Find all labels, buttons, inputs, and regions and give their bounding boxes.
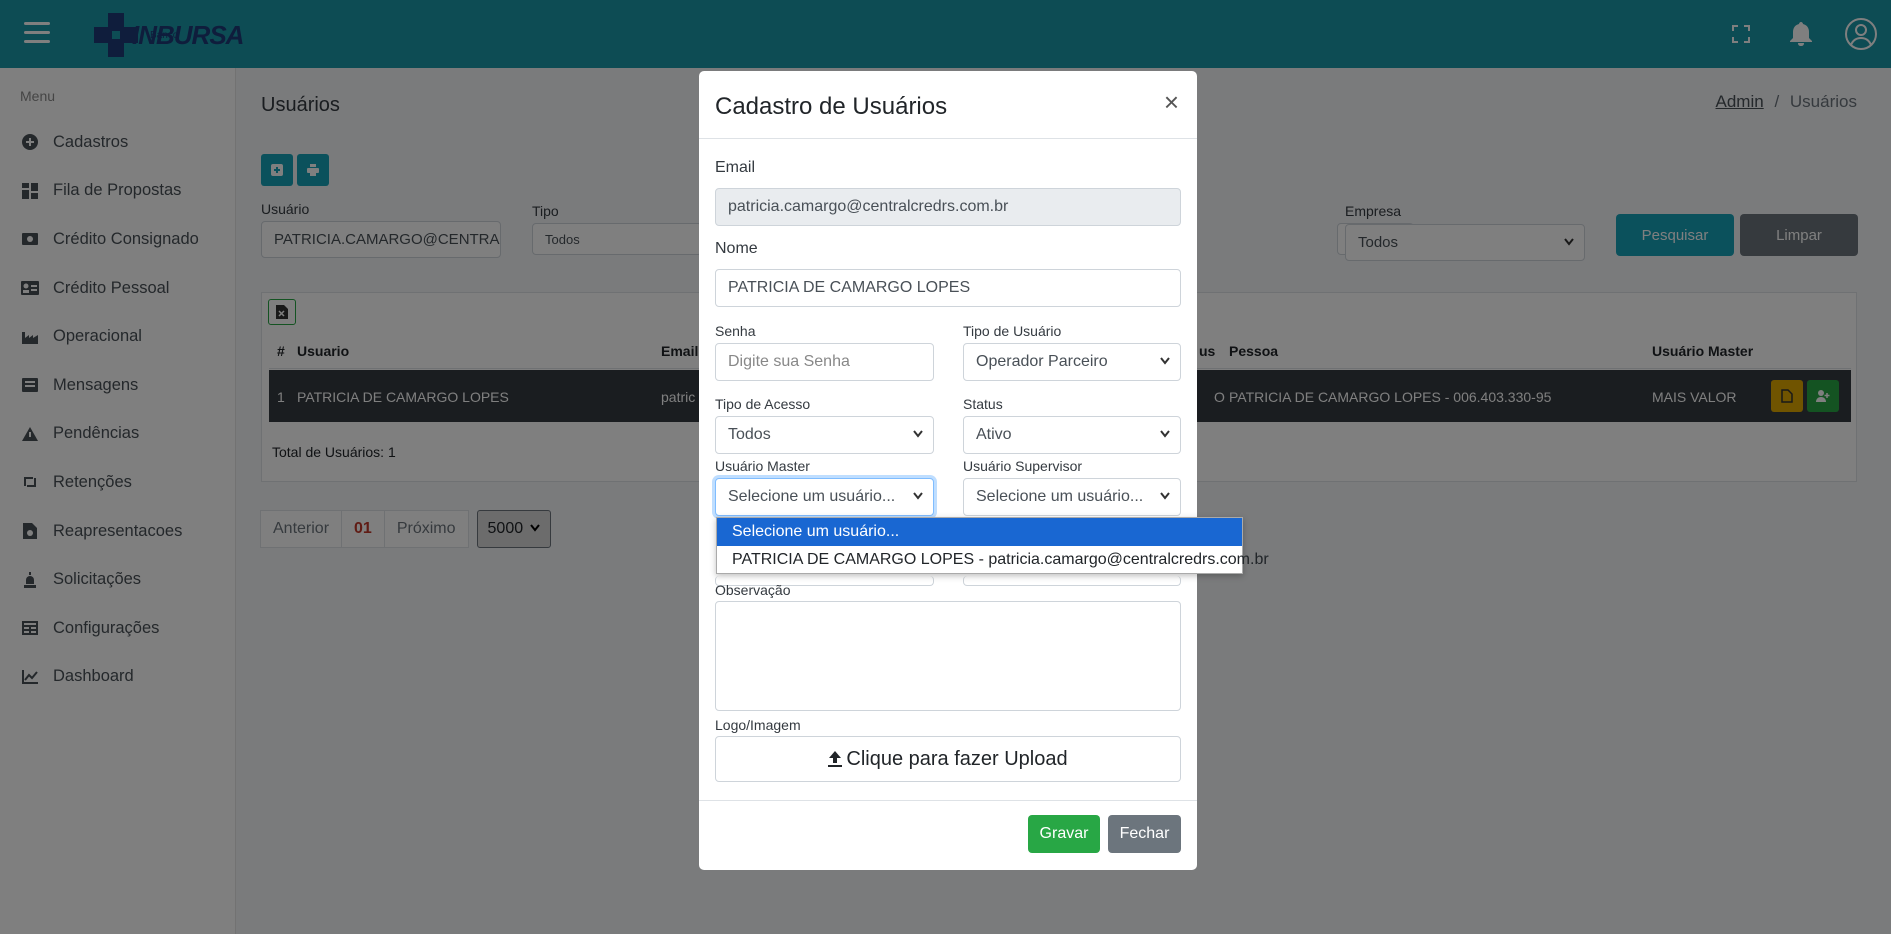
usuario-master-dropdown: Selecione um usuário... PATRICIA DE CAMA… (716, 517, 1269, 574)
chevron-down-icon (1160, 430, 1170, 438)
status-select[interactable]: Ativo (963, 416, 1181, 454)
upload-label: Clique para fazer Upload (846, 747, 1068, 770)
hidden-field-right[interactable] (963, 576, 1181, 586)
tipo-usuario-value: Operador Parceiro (976, 353, 1108, 370)
chevron-down-icon (913, 492, 923, 500)
dropdown-option[interactable]: Selecione um usuário... (717, 518, 1242, 546)
senha-label: Senha (715, 323, 756, 339)
usuario-master-select[interactable]: Selecione um usuário... (715, 478, 934, 516)
usuario-master-label: Usuário Master (715, 458, 810, 474)
chevron-down-icon (1160, 357, 1170, 365)
gravar-button[interactable]: Gravar (1028, 815, 1100, 853)
status-value: Ativo (976, 426, 1012, 443)
close-icon[interactable]: × (1164, 89, 1179, 115)
modal-header: Cadastro de Usuários × (699, 71, 1197, 139)
upload-button[interactable]: Clique para fazer Upload (715, 736, 1181, 782)
user-registration-modal: Cadastro de Usuários × Email patricia.ca… (699, 71, 1197, 870)
observacao-label: Observação (715, 582, 791, 598)
upload-icon (828, 751, 843, 767)
usuario-supervisor-label: Usuário Supervisor (963, 458, 1083, 474)
tipo-acesso-label: Tipo de Acesso (715, 396, 811, 412)
tipo-usuario-label: Tipo de Usuário (963, 323, 1062, 339)
tipo-usuario-select[interactable]: Operador Parceiro (963, 343, 1181, 381)
modal-title: Cadastro de Usuários (715, 93, 948, 120)
tipo-acesso-value: Todos (728, 426, 771, 443)
fechar-button[interactable]: Fechar (1108, 815, 1181, 853)
nome-field[interactable]: PATRICIA DE CAMARGO LOPES (715, 269, 1181, 307)
chevron-down-icon (1160, 492, 1170, 500)
email-field[interactable]: patricia.camargo@centralcredrs.com.br (715, 188, 1181, 226)
email-label: Email (715, 159, 756, 176)
observacao-textarea[interactable] (715, 601, 1181, 711)
usuario-supervisor-value: Selecione um usuário... (976, 488, 1144, 505)
logo-imagem-label: Logo/Imagem (715, 717, 801, 733)
usuario-supervisor-select[interactable]: Selecione um usuário... (963, 478, 1181, 516)
dropdown-option[interactable]: PATRICIA DE CAMARGO LOPES - patricia.cam… (717, 546, 1269, 574)
modal-footer: Gravar Fechar (699, 800, 1197, 870)
status-label: Status (963, 396, 1003, 412)
usuario-master-value: Selecione um usuário... (728, 488, 896, 505)
tipo-acesso-select[interactable]: Todos (715, 416, 934, 454)
senha-field[interactable]: Digite sua Senha (715, 343, 934, 381)
nome-label: Nome (715, 240, 758, 257)
chevron-down-icon (913, 430, 923, 438)
